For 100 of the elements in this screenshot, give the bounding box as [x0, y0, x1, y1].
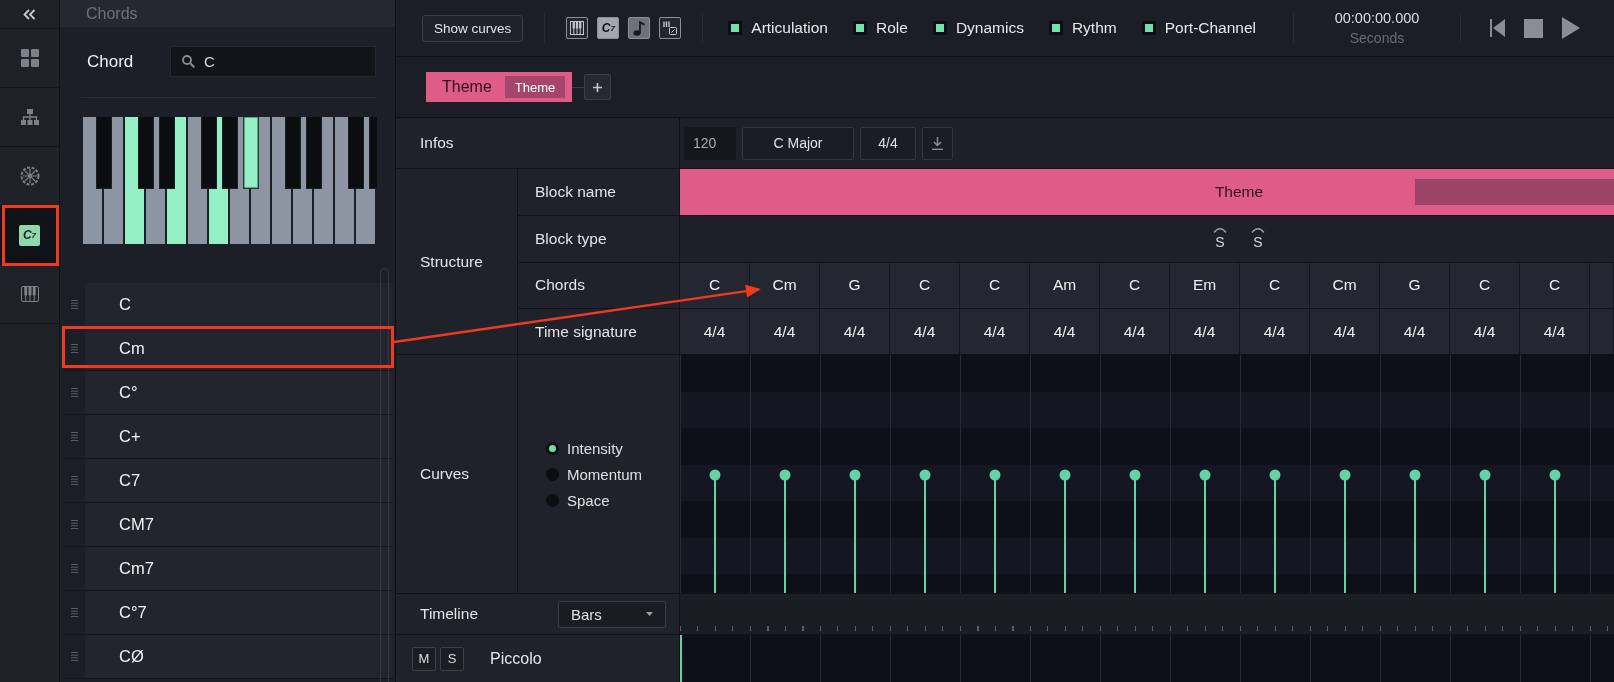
drag-handle-icon [71, 344, 78, 353]
checkbox[interactable] [1141, 21, 1156, 35]
piano-key[interactable] [293, 117, 312, 244]
radio-button[interactable] [546, 493, 559, 507]
search-icon [182, 55, 195, 68]
plus-icon [593, 82, 603, 92]
piano-icon [20, 286, 39, 302]
checkbox[interactable] [1048, 21, 1063, 35]
time-signature-cell: 4/4 [890, 309, 960, 354]
chord-cell: Am [1030, 262, 1100, 309]
hierarchy-icon [20, 109, 39, 125]
filter-option[interactable]: Dynamics [932, 19, 1024, 37]
chord-list-item[interactable]: C7 [64, 459, 393, 503]
time-unit: Seconds [1349, 30, 1405, 46]
chord-cell: G [820, 262, 890, 309]
piano-key[interactable] [125, 117, 144, 244]
chord-cell: Cm [1310, 262, 1380, 309]
piano-key[interactable] [104, 117, 123, 244]
skip-back-button[interactable] [1490, 19, 1505, 37]
chord-list-item[interactable]: CØ [64, 635, 393, 679]
play-button[interactable] [1562, 17, 1580, 39]
radio-button[interactable] [546, 467, 559, 481]
double-chevron-left-icon [23, 8, 36, 20]
tab[interactable]: Theme Theme [426, 72, 573, 102]
piano-key[interactable] [83, 117, 102, 244]
tempo-field[interactable]: 120 [684, 126, 736, 160]
block-type-label: S [1253, 234, 1263, 251]
sheet-tool-button[interactable] [659, 17, 682, 39]
piano-key[interactable] [167, 117, 186, 244]
curve-option[interactable]: Intensity [546, 438, 679, 458]
piano-key[interactable] [356, 117, 375, 244]
show-curves-button[interactable]: Show curves [422, 14, 524, 42]
chord-cell: C [1100, 262, 1170, 309]
chord-list-item[interactable]: Cm7 [64, 547, 393, 591]
field-label: Chord [87, 51, 135, 72]
piano-key[interactable] [335, 117, 354, 244]
piano-key[interactable] [146, 117, 165, 244]
time-signature-cell: 4/4 [1030, 309, 1100, 354]
search-field[interactable]: C [170, 46, 376, 77]
radio-button[interactable] [546, 441, 559, 455]
filter-option[interactable]: Role [853, 19, 908, 37]
chord-list-item[interactable]: C° [64, 371, 393, 415]
download-button[interactable] [922, 126, 953, 160]
curve-option[interactable]: Space [546, 490, 679, 510]
chord-cell: G [1380, 262, 1450, 309]
block-name: Theme [1214, 182, 1264, 201]
drag-handle-icon [71, 388, 78, 397]
piano-key[interactable] [209, 117, 228, 244]
add-tab-button[interactable] [584, 74, 612, 100]
piano-key[interactable] [272, 117, 291, 244]
chord-tool-button[interactable]: C$^{7}$ [597, 17, 620, 39]
chord-cell: Cm [750, 262, 820, 309]
chord-list-item[interactable]: C+ [64, 415, 393, 459]
drag-handle-icon [71, 432, 78, 441]
piano-key[interactable] [243, 117, 259, 189]
arc-icon [1251, 227, 1265, 234]
piano-key[interactable] [314, 117, 333, 244]
search-input[interactable]: C [204, 53, 354, 70]
curve-option[interactable]: Momentum [546, 464, 679, 484]
drag-handle-icon [71, 300, 78, 309]
chord-list-item[interactable]: C°7 [64, 591, 393, 635]
drag-handle-icon [71, 652, 78, 661]
piano-key[interactable] [188, 117, 207, 244]
time-signature-cell: 4/4 [1520, 309, 1590, 354]
chord-cell: C [1450, 262, 1520, 309]
chord-cell: Em [1170, 262, 1240, 309]
time-signature-selector[interactable]: 4/4 [860, 126, 916, 160]
solo-button[interactable]: S [440, 646, 464, 671]
bars-dropdown[interactable]: Bars [558, 600, 666, 628]
filter-option[interactable]: Port-Channel [1141, 19, 1257, 37]
chord-cell: C [890, 262, 960, 309]
note-icon [633, 20, 646, 36]
checkbox[interactable] [932, 21, 947, 35]
row-label: Timeline [420, 605, 478, 623]
mute-button[interactable]: M [412, 646, 436, 671]
time-signature-cell: 4/4 [960, 309, 1030, 354]
time-signature-cell: 4/4 [1310, 309, 1380, 354]
piano-tool-button[interactable] [566, 17, 589, 39]
checkbox[interactable] [853, 21, 867, 35]
block-type-label: S [1215, 234, 1225, 251]
checkbox[interactable] [728, 21, 743, 35]
key-selector[interactable]: C Major [742, 126, 854, 160]
note-tool-button[interactable] [628, 17, 651, 39]
stop-button[interactable] [1524, 18, 1543, 38]
filter-option[interactable]: Rythm [1048, 19, 1117, 37]
block-bar[interactable]: Theme [680, 169, 1614, 215]
time-signature-cell: 4/4 [1170, 309, 1240, 354]
drag-handle-icon [71, 608, 78, 617]
tab-badge: Theme [504, 76, 566, 98]
piano-key[interactable] [251, 117, 270, 244]
download-icon [932, 136, 943, 150]
time-signature-cell: 4/4 [1100, 309, 1170, 354]
chord-cell: C [1240, 262, 1310, 309]
play-icon [1562, 17, 1580, 39]
row-label: Chords [535, 276, 585, 295]
filter-option[interactable]: Articulation [728, 19, 828, 37]
piano-key[interactable] [230, 117, 249, 244]
time-signature-cell: 4/4 [1240, 309, 1310, 354]
chord-list-item[interactable]: CM7 [64, 503, 393, 547]
chord-list-item[interactable]: C [64, 283, 393, 327]
